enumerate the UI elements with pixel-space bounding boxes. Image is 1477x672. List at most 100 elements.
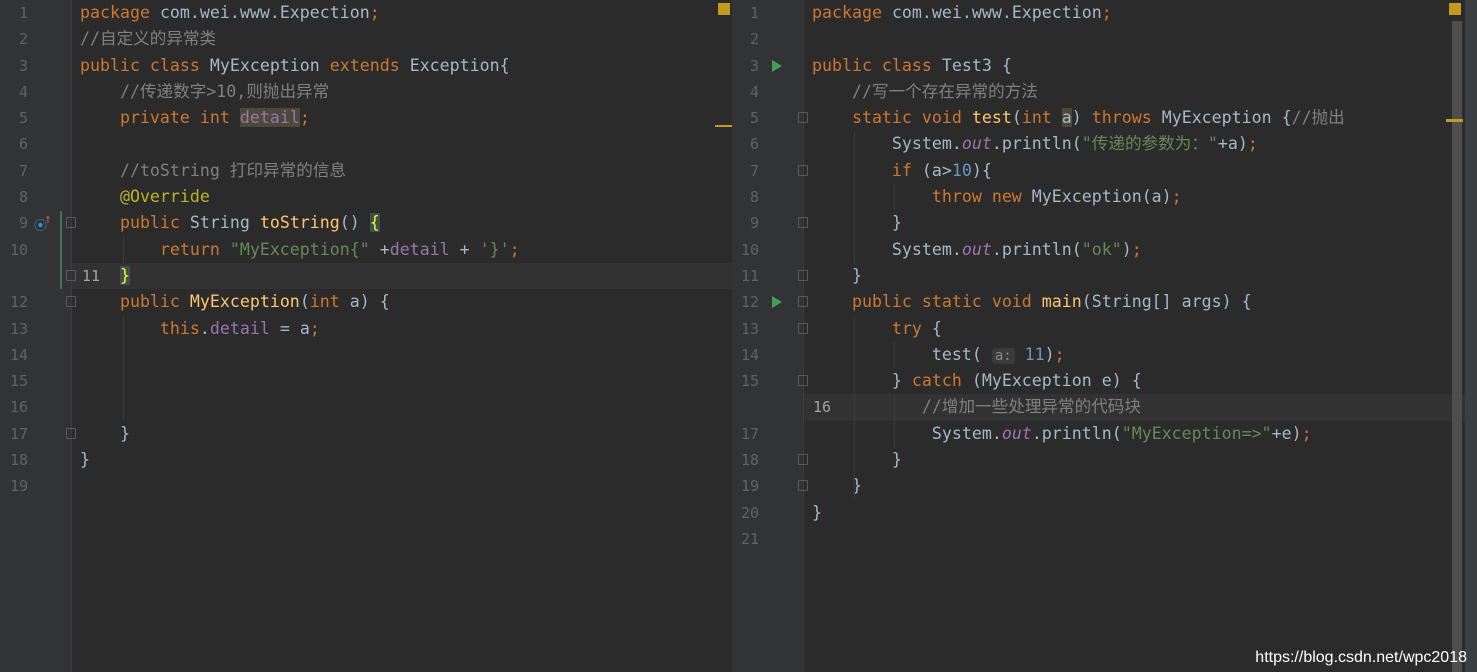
fold-end-icon[interactable] [66, 270, 76, 281]
code-line[interactable]: 20} [732, 500, 1477, 526]
code-line[interactable]: 8 throw new MyException(a); [732, 184, 1477, 210]
right-code-area[interactable]: 1 package com.wei.www.Expection; 2 3 public … [732, 0, 1477, 552]
code-text: //传递数字>10,则抛出异常 [80, 79, 329, 105]
code-line[interactable]: 3 public class MyException extends Except… [0, 53, 732, 79]
fold-end-icon[interactable] [798, 270, 808, 281]
code-text: public String toString() { [80, 210, 380, 236]
code-line[interactable]: 17 System.out.println("MyException=>"+e)… [732, 421, 1477, 447]
code-text: //增加一些处理异常的代码块 [812, 394, 1141, 420]
token: ) [1121, 239, 1132, 259]
code-line[interactable]: 13 this.detail = a; [0, 316, 732, 342]
token: package [80, 3, 160, 22]
token: int [1021, 108, 1062, 128]
code-line[interactable]: 2 //自定义的异常类 [0, 26, 732, 52]
fold-start-icon[interactable] [798, 164, 808, 176]
code-line[interactable]: 14 [0, 342, 732, 368]
token: } [119, 265, 130, 285]
code-line[interactable]: 10 return "MyException{" +detail + '}'; [0, 237, 732, 263]
code-text: public class MyException extends Excepti… [80, 53, 510, 79]
code-line[interactable]: 18 } [732, 447, 1477, 473]
token: if [812, 160, 922, 180]
fold-end-icon[interactable] [798, 454, 808, 466]
token: ) [1071, 108, 1092, 128]
code-line[interactable]: 14 test( a: 11); [732, 342, 1477, 368]
token: ( [299, 292, 310, 312]
fold-start-icon[interactable] [798, 322, 808, 334]
token: private int [80, 108, 240, 128]
code-line[interactable]: 9 } [732, 210, 1477, 236]
token: public [80, 213, 190, 233]
code-line[interactable]: 6 System.out.println("传递的参数为："+a); [732, 131, 1477, 157]
fold-end-icon[interactable] [798, 375, 808, 387]
left-editor[interactable]: 1 package com.wei.www.Expection; 2 //自定义的异常… [0, 0, 732, 672]
code-line[interactable]: 4 //传递数字>10,则抛出异常 [0, 79, 732, 105]
token: public class [80, 55, 210, 75]
right-editor[interactable]: 1 package com.wei.www.Expection; 2 3 public … [732, 0, 1477, 672]
fold-start-icon[interactable] [798, 296, 808, 308]
code-line[interactable]: 6 [0, 131, 732, 157]
code-line[interactable]: 1 package com.wei.www.Expection; [732, 0, 1477, 26]
token: { [369, 213, 380, 233]
line-number: 10 [9, 240, 28, 259]
fold-start-icon[interactable] [66, 217, 76, 229]
run-main-icon[interactable] [772, 296, 782, 308]
code-line[interactable]: 21 [732, 526, 1477, 552]
code-line[interactable]: 7 //toString 打印异常的信息 [0, 158, 732, 184]
code-line[interactable]: 4 //写一个存在异常的方法 [732, 79, 1477, 105]
fold-start-icon[interactable] [798, 112, 808, 124]
token: } [80, 450, 90, 470]
warning-indicator[interactable] [1449, 3, 1461, 15]
code-line[interactable]: 3 public class Test3 { [732, 53, 1477, 79]
line-number: 12 [740, 293, 759, 312]
fold-end-icon[interactable] [798, 217, 808, 229]
code-line[interactable]: 8 @Override [0, 184, 732, 210]
fold-end-icon[interactable] [66, 296, 76, 308]
code-line[interactable]: 15 } catch (MyException e) { [732, 368, 1477, 394]
token: detail [389, 239, 450, 259]
code-line[interactable]: 2 [732, 26, 1477, 52]
left-code-area[interactable]: 1 package com.wei.www.Expection; 2 //自定义的异常… [0, 0, 732, 500]
token: ; [509, 239, 520, 259]
code-text: this.detail = a; [80, 316, 320, 342]
line-number: 12 [9, 293, 28, 312]
token: throw new [812, 187, 1032, 207]
token: . [199, 318, 210, 338]
code-line[interactable]: 5 private int detail; [0, 105, 732, 131]
fold-end-icon[interactable] [66, 427, 76, 439]
indent-guide [894, 395, 895, 447]
code-line[interactable]: 17 } [0, 421, 732, 447]
run-class-icon[interactable] [772, 60, 782, 72]
code-line[interactable]: 12 public MyException(int a) { [0, 289, 732, 315]
code-line[interactable]: 12 public static void main(String[] args… [732, 289, 1477, 315]
token: ; [369, 3, 380, 22]
code-line[interactable]: 16 [0, 394, 732, 420]
token: a) { [349, 292, 390, 312]
code-text: return "MyException{" +detail + '}'; [80, 237, 520, 263]
code-text: package com.wei.www.Expection; [80, 0, 380, 26]
line-number: 19 [9, 477, 28, 496]
token: //增加一些处理异常的代码块 [812, 397, 1141, 417]
code-line[interactable]: 18} [0, 447, 732, 473]
code-line[interactable]: 19 [0, 473, 732, 499]
code-line[interactable]: 15 [0, 368, 732, 394]
code-line[interactable]: 13 try { [732, 316, 1477, 342]
token: detail [239, 108, 300, 128]
code-line[interactable]: 16 //增加一些处理异常的代码块 [804, 394, 1477, 421]
code-line[interactable]: 11 } [72, 262, 732, 290]
fold-end-icon[interactable] [798, 480, 808, 492]
line-number: 6 [749, 135, 759, 154]
code-line[interactable]: 11 } [732, 263, 1477, 289]
code-line[interactable]: 19 } [732, 473, 1477, 499]
line-number: 10 [740, 240, 759, 259]
code-line[interactable]: 5 static void test(int a) throws MyExcep… [732, 105, 1477, 131]
token: (a> [921, 160, 952, 180]
token: (MyException e) { [971, 371, 1142, 391]
code-line[interactable]: 9 public String toString() { [0, 210, 732, 236]
code-line[interactable]: 10 System.out.println("ok"); [732, 237, 1477, 263]
code-line[interactable]: 7 if (a>10){ [732, 158, 1477, 184]
indent-guide [123, 237, 124, 263]
token: } [812, 371, 912, 391]
code-line[interactable]: 1 package com.wei.www.Expection; [0, 0, 732, 26]
warning-indicator[interactable] [718, 3, 730, 15]
line-number: 17 [9, 424, 28, 443]
